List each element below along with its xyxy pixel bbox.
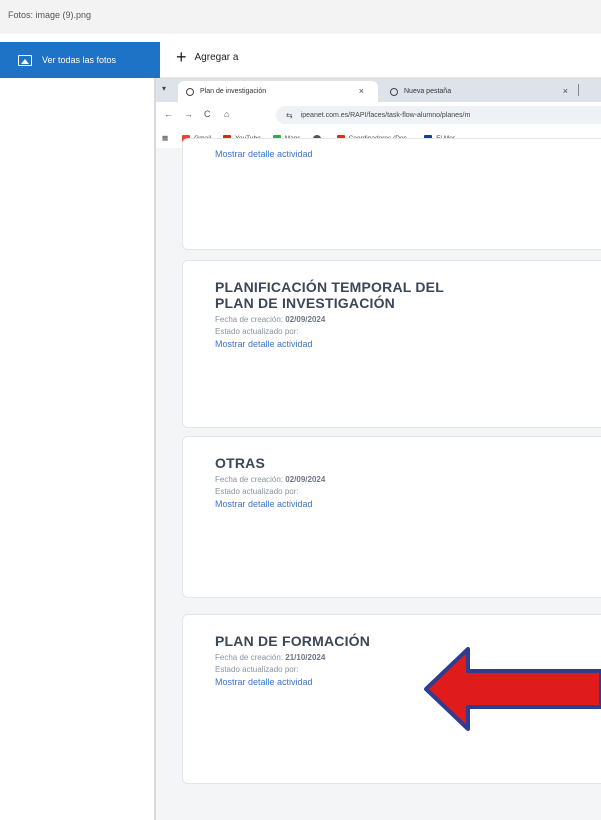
tab-title: Nueva pestaña [404, 88, 452, 95]
all-photos-button[interactable]: Ver todas las fotos [0, 42, 160, 78]
reload-icon[interactable]: C [204, 109, 211, 119]
tab-nueva-pestana[interactable]: Nueva pestaña × [382, 81, 582, 102]
activity-title-line: PLAN DE INVESTIGACIÓN [215, 295, 395, 311]
tab-plan-de-investigacion[interactable]: Plan de investigación × [178, 81, 378, 102]
state-updated-by: Estado actualizado por: [215, 487, 299, 496]
globe-icon [186, 87, 194, 96]
photo-gallery-icon [18, 54, 32, 66]
forward-arrow-icon[interactable]: → [184, 109, 193, 119]
tab-title: Plan de investigación [200, 88, 267, 95]
close-icon[interactable]: × [359, 86, 364, 96]
activity-title-line: OTRAS [215, 455, 265, 471]
creation-date-label: Fecha de creación: [215, 315, 284, 324]
url-text: ipeanet.com.es/RAPI/faces/task-flow-alum… [300, 111, 471, 119]
show-activity-detail-link[interactable]: Mostrar detalle actividad [215, 149, 313, 159]
tab-search-icon[interactable]: ▾ [162, 84, 166, 93]
activity-card: Mostrar detalle actividad [182, 138, 601, 250]
back-arrow-icon[interactable]: ← [164, 109, 173, 119]
creation-date: Fecha de creación: 02/09/2024 [215, 475, 325, 484]
activity-title-line: PLAN DE FORMACIÓN [215, 633, 371, 649]
creation-date-value: 02/09/2024 [285, 315, 326, 324]
creation-date-label: Fecha de creación: [215, 475, 284, 484]
all-photos-label: Ver todas las fotos [42, 55, 117, 65]
state-updated-by: Estado actualizado por: [215, 665, 299, 674]
activity-card: PLANIFICACIÓN TEMPORAL DEL PLAN DE INVES… [182, 260, 601, 428]
show-activity-detail-link[interactable]: Mostrar detalle actividad [215, 339, 313, 349]
site-info-icon[interactable]: ⇆ [286, 111, 293, 120]
red-arrow-annotation [424, 647, 601, 731]
apps-grid-icon[interactable]: ▦ [162, 134, 168, 142]
tab-divider [578, 84, 579, 96]
show-activity-detail-link[interactable]: Mostrar detalle actividad [215, 499, 313, 509]
creation-date: Fecha de creación: 21/10/2024 [215, 653, 325, 662]
activity-title: PLANIFICACIÓN TEMPORAL DEL PLAN DE INVES… [215, 279, 444, 311]
activity-card: OTRAS Fecha de creación: 02/09/2024 Esta… [182, 436, 601, 598]
globe-icon [390, 87, 398, 96]
plus-icon: + [176, 47, 187, 67]
add-to-button[interactable]: + Agregar a [176, 47, 239, 67]
browser-tab-strip: ▾ Plan de investigación × Nueva pestaña … [156, 78, 601, 102]
home-icon[interactable]: ⌂ [224, 109, 229, 119]
creation-date-value: 21/10/2024 [285, 653, 326, 662]
close-icon[interactable]: × [563, 86, 568, 96]
window-title: Fotos: image (9).png [8, 10, 92, 20]
browser-toolbar: ← → C ⌂ ⇆ ipeanet.com.es/RAPI/faces/task… [156, 102, 601, 128]
activity-title-line: PLANIFICACIÓN TEMPORAL DEL [215, 279, 444, 295]
creation-date: Fecha de creación: 02/09/2024 [215, 315, 325, 324]
show-activity-detail-link[interactable]: Mostrar detalle actividad [215, 677, 313, 687]
activity-title: PLAN DE FORMACIÓN [215, 633, 370, 649]
arrow-shape [424, 647, 601, 731]
photos-command-bar: Ver todas las fotos + Agregar a [0, 34, 601, 78]
creation-date-label: Fecha de creación: [215, 653, 284, 662]
creation-date-value: 02/09/2024 [285, 475, 326, 484]
add-to-label: Agregar a [194, 51, 239, 63]
state-updated-by: Estado actualizado por: [215, 327, 299, 336]
photos-title-bar: Fotos: image (9).png [0, 0, 601, 34]
address-bar[interactable]: ⇆ ipeanet.com.es/RAPI/faces/task-flow-al… [276, 106, 601, 124]
activity-title: OTRAS [215, 455, 265, 471]
